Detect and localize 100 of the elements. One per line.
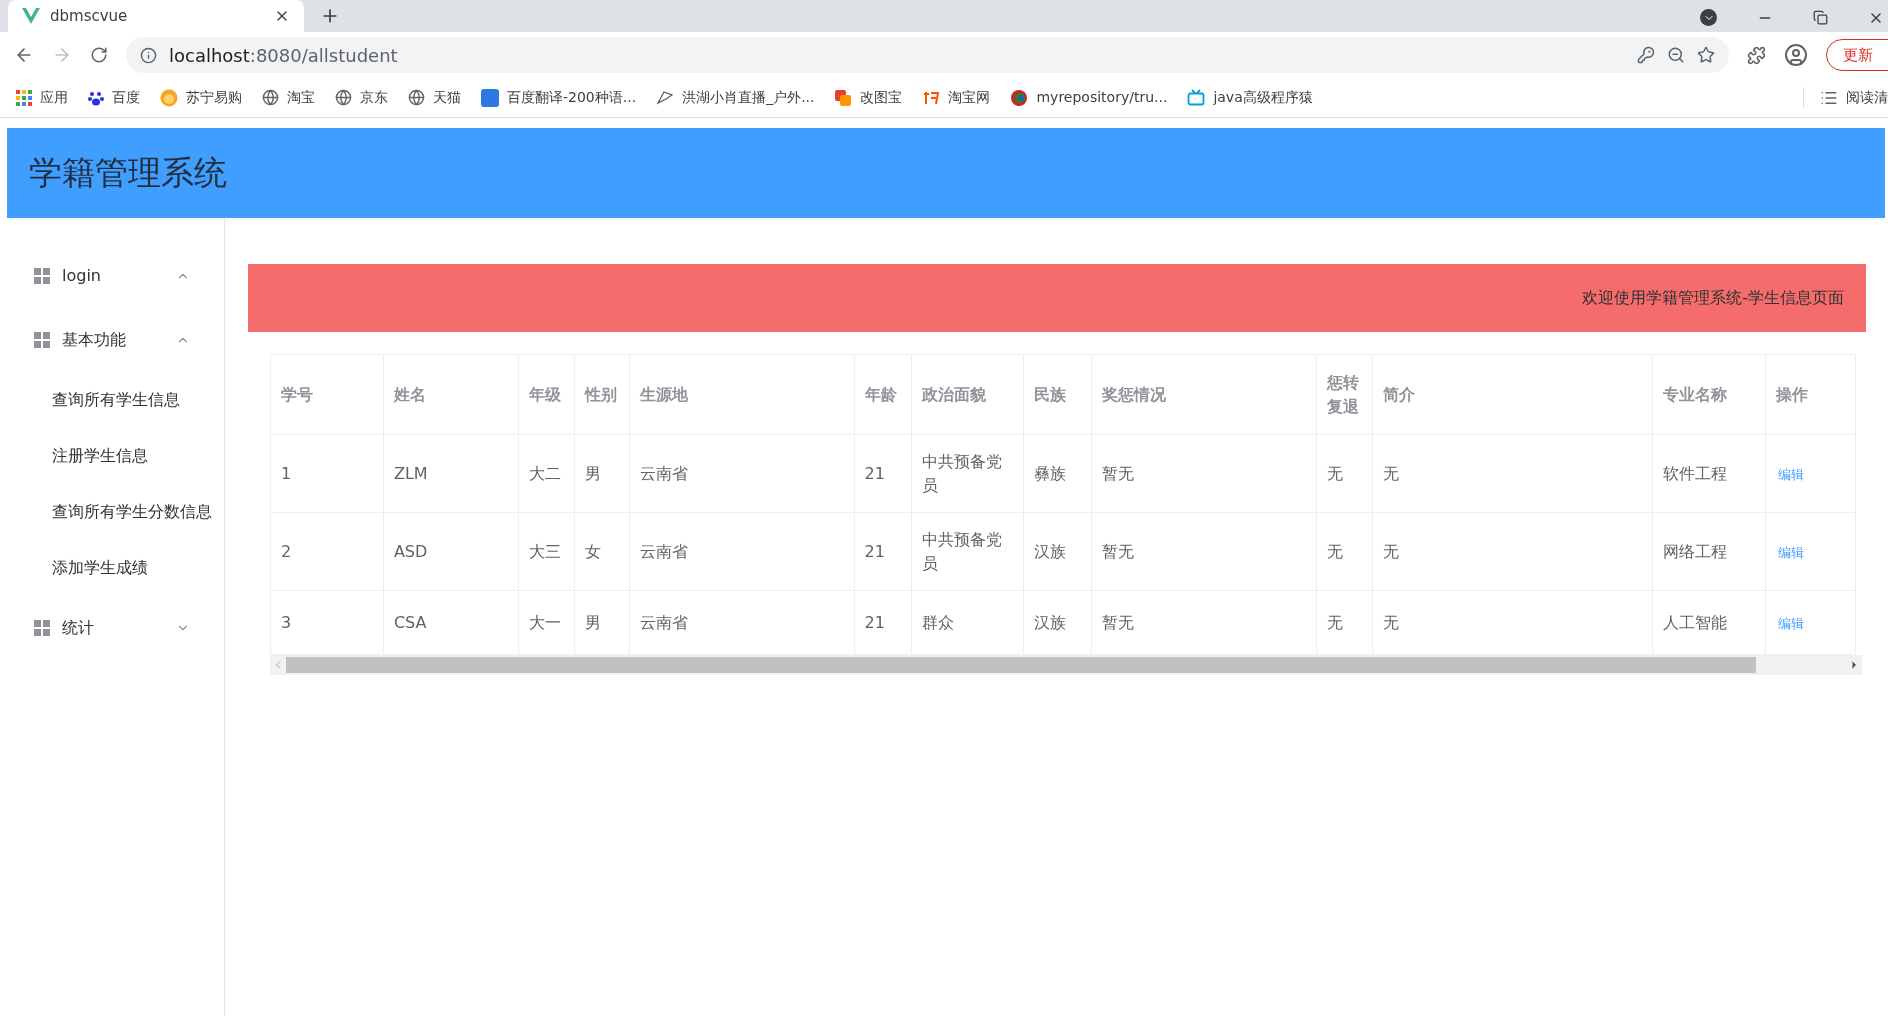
- menu-item[interactable]: login: [0, 244, 224, 308]
- table-cell: ZLM: [383, 434, 519, 513]
- column-header: 姓名: [383, 354, 519, 435]
- bookmark[interactable]: 应用: [16, 87, 68, 108]
- table-cell: 无: [1316, 590, 1373, 655]
- table-cell: 大一: [518, 590, 575, 655]
- submenu-item[interactable]: 注册学生信息: [0, 428, 224, 484]
- reading-list-link[interactable]: 阅读清: [1846, 87, 1888, 108]
- table-cell: 中共预备党员: [911, 512, 1023, 591]
- table-cell: 中共预备党员: [911, 434, 1023, 513]
- table-cell: 人工智能: [1652, 590, 1766, 655]
- column-header: 惩转复退: [1316, 354, 1373, 435]
- bookmark[interactable]: 百度: [88, 87, 140, 108]
- menu-label: 基本功能: [62, 329, 127, 351]
- column-header: 政治面貌: [911, 354, 1023, 435]
- url-text: localhost:8080/allstudent: [169, 43, 399, 68]
- table-cell: 暂无: [1092, 512, 1317, 591]
- paw-icon: [88, 89, 104, 106]
- key-icon[interactable]: [1637, 46, 1655, 64]
- bookmark[interactable]: 苏宁易购: [160, 87, 242, 108]
- submenu-item[interactable]: 查询所有学生分数信息: [0, 484, 224, 540]
- tv-icon: [1187, 88, 1206, 107]
- bookmark[interactable]: java高级程序猿: [1187, 87, 1313, 108]
- table-cell: 女: [574, 512, 630, 591]
- table-cell: 暂无: [1092, 434, 1317, 513]
- table-cell: 暂无: [1092, 590, 1317, 655]
- profile-avatar-icon[interactable]: [1784, 43, 1808, 67]
- table-cell: 网络工程: [1652, 512, 1766, 591]
- table-cell: CSA: [383, 590, 519, 655]
- column-header: 性别: [574, 354, 630, 435]
- table-cell: 软件工程: [1652, 434, 1766, 513]
- tab-title: dbmscvue: [50, 5, 129, 27]
- banner-text: 欢迎使用学籍管理系统-学生信息页面: [1582, 287, 1844, 309]
- table-cell: 汉族: [1023, 590, 1092, 655]
- bookmark[interactable]: 淘宝: [262, 87, 315, 108]
- table-cell: 男: [574, 434, 630, 513]
- grid-icon: [34, 268, 50, 284]
- table-cell: 大二: [518, 434, 575, 513]
- menu-label: 统计: [62, 617, 95, 639]
- bookmark-label: 洪湖小肖直播_户外...: [682, 88, 815, 107]
- address-bar[interactable]: localhost:8080/allstudent: [126, 37, 1729, 73]
- table-cell: 彝族: [1023, 434, 1092, 513]
- column-header: 年级: [518, 354, 575, 435]
- bookmark[interactable]: 天猫: [408, 87, 461, 108]
- bookmark-label: 天猫: [433, 88, 461, 107]
- column-header: 学号: [270, 354, 384, 435]
- table-cell: 无: [1316, 512, 1373, 591]
- submenu-item[interactable]: 查询所有学生信息: [0, 372, 224, 428]
- translate-icon: [481, 88, 499, 107]
- table-cell: 21: [854, 512, 912, 591]
- bookmark-label: 应用: [40, 88, 68, 107]
- extensions-icon[interactable]: [1747, 45, 1766, 65]
- column-header: 生源地: [629, 354, 855, 435]
- v-logo-icon: [22, 8, 40, 24]
- table-cell: 无: [1372, 512, 1653, 591]
- table-cell: 汉族: [1023, 512, 1092, 591]
- bookmark[interactable]: 改图宝: [834, 87, 903, 108]
- submenu-item[interactable]: 添加学生成绩: [0, 540, 224, 596]
- squares-icon: [834, 88, 853, 107]
- bookmark[interactable]: 百度翻译-200种语...: [481, 87, 637, 108]
- grid-icon: [34, 332, 50, 348]
- restore-icon[interactable]: [1813, 10, 1828, 25]
- globe-icon: [262, 89, 279, 106]
- table-cell: 1: [270, 434, 384, 513]
- bookmark-label: 京东: [360, 88, 388, 107]
- zoom-out-icon[interactable]: [1667, 46, 1685, 64]
- table-cell: 云南省: [629, 590, 855, 655]
- bookmark[interactable]: 淘宝网: [922, 87, 991, 108]
- browser-tab[interactable]: dbmscvue: [8, 0, 304, 32]
- table-cell: 无: [1316, 434, 1373, 513]
- bookmark[interactable]: 洪湖小肖直播_户外...: [656, 87, 815, 108]
- menu-item[interactable]: 统计: [0, 596, 224, 660]
- table-cell: 云南省: [629, 434, 855, 513]
- app-title: 学籍管理系统: [29, 152, 227, 195]
- scrollbar-thumb[interactable]: [286, 657, 1756, 673]
- globe-icon: [335, 89, 352, 106]
- table-cell: ASD: [383, 512, 519, 591]
- menu-label: login: [62, 265, 102, 287]
- ring-logo-icon: [1010, 88, 1029, 107]
- column-header: 奖惩情况: [1092, 354, 1317, 435]
- bookmark-label: myrepository/tru...: [1036, 88, 1168, 107]
- bookmark-label: 百度翻译-200种语...: [507, 88, 637, 107]
- menu-item[interactable]: 基本功能: [0, 308, 224, 372]
- table-cell: 男: [574, 590, 630, 655]
- tab-search-icon[interactable]: [1700, 9, 1717, 26]
- column-header: 专业名称: [1652, 354, 1766, 435]
- horizontal-scrollbar[interactable]: [270, 655, 1862, 675]
- bookmark[interactable]: myrepository/tru...: [1010, 87, 1168, 108]
- table-cell: 群众: [911, 590, 1023, 655]
- table-cell: 3: [270, 590, 384, 655]
- table-cell: 21: [854, 434, 912, 513]
- table-cell: 云南省: [629, 512, 855, 591]
- bookmark[interactable]: 京东: [335, 87, 388, 108]
- table-cell: 无: [1372, 434, 1653, 513]
- grid-icon: [34, 620, 50, 636]
- star-icon[interactable]: [1697, 46, 1715, 64]
- reload-icon[interactable]: [90, 46, 108, 64]
- column-header: 操作: [1765, 354, 1856, 435]
- bookmark-label: 苏宁易购: [186, 88, 242, 107]
- bookmark-label: 淘宝网: [948, 88, 991, 107]
